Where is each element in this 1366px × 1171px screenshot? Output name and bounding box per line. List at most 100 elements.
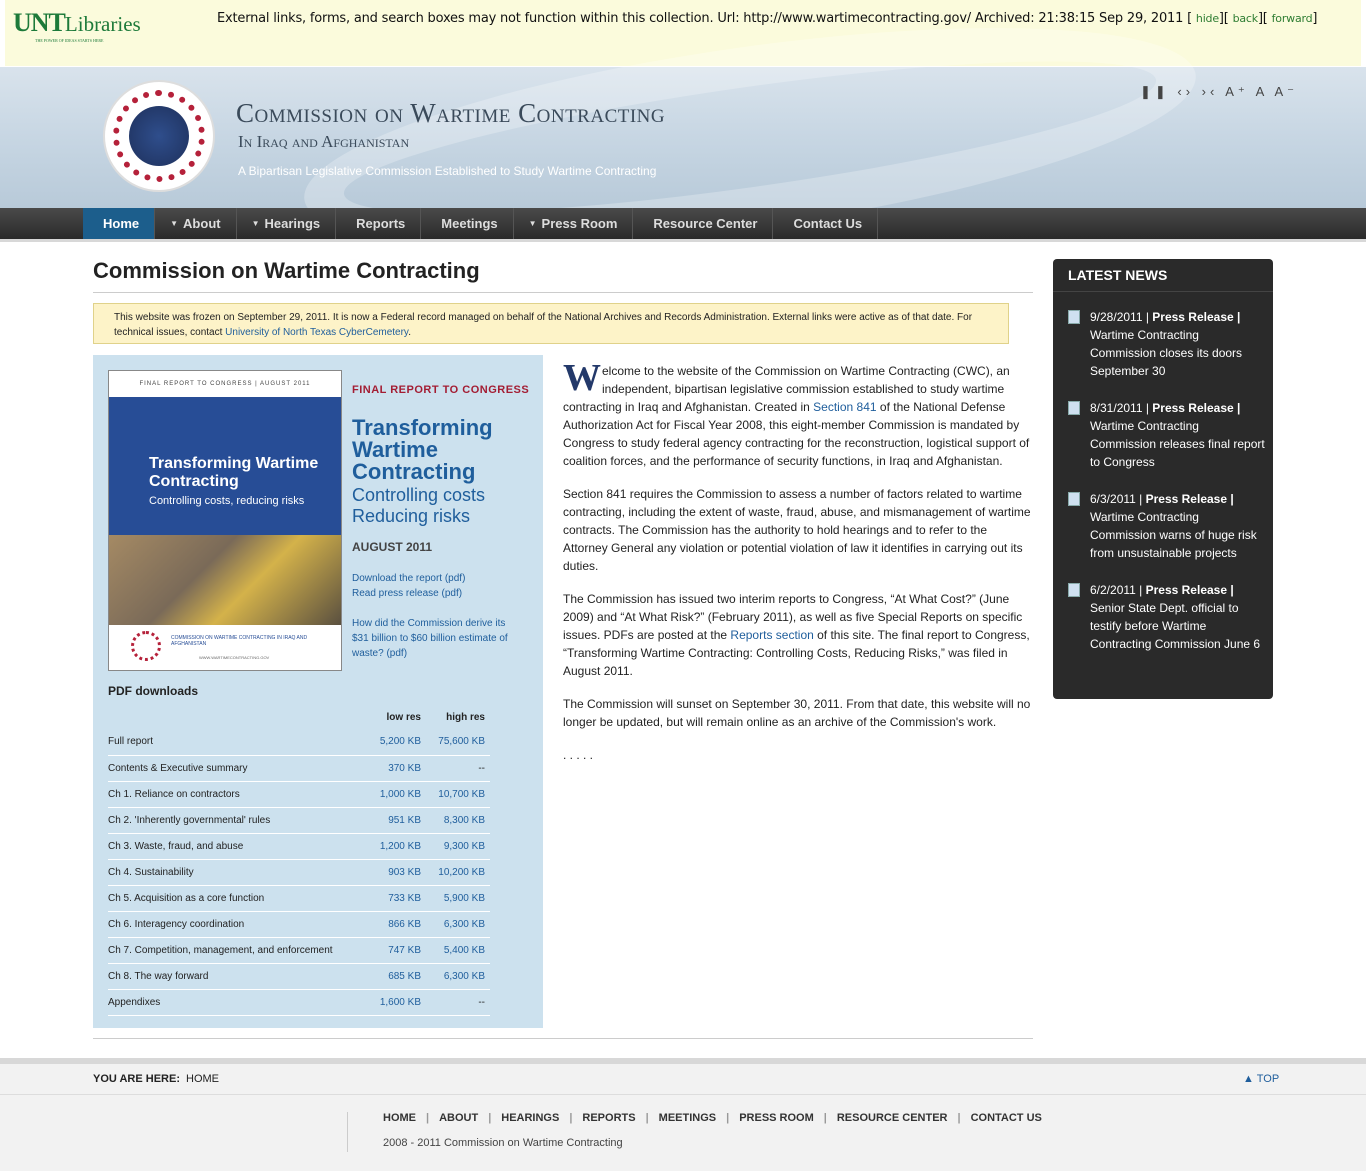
news-item[interactable]: 8/31/2011 | Press Release | Wartime Cont… <box>1068 399 1268 471</box>
site-subtitle: In Iraq and Afghanistan <box>238 132 410 151</box>
document-icon <box>1068 583 1080 597</box>
chevron-down-icon: ▼ <box>528 219 537 228</box>
low-res-link[interactable]: 685 KB <box>361 963 426 990</box>
news-type: Press Release <box>1145 492 1228 506</box>
nav-contact-us[interactable]: Contact Us <box>773 208 879 239</box>
news-date: 6/2/2011 | <box>1090 583 1146 597</box>
final-report-date: AUGUST 2011 <box>352 540 433 554</box>
nav-meetings[interactable]: Meetings <box>421 208 514 239</box>
download-report-link[interactable]: Download the report (pdf) <box>352 571 522 586</box>
high-res-link[interactable]: 5,900 KB <box>426 885 490 912</box>
final-report-links: Download the report (pdf) Read press rel… <box>352 571 522 661</box>
news-title: Wartime Contracting Commission warns of … <box>1090 510 1257 560</box>
high-res-link[interactable]: 10,200 KB <box>426 859 490 886</box>
nav-label: Home <box>103 216 140 231</box>
table-row: Ch 3. Waste, fraud, and abuse 1,200 KB 9,3… <box>108 833 490 860</box>
footer-nav-about[interactable]: ABOUT <box>429 1112 488 1124</box>
final-report-label: FINAL REPORT TO CONGRESS <box>352 384 530 396</box>
news-item[interactable]: 6/3/2011 | Press Release | Wartime Contr… <box>1068 490 1268 562</box>
low-res-link[interactable]: 1,600 KB <box>361 989 426 1016</box>
welcome-paragraph-2: Section 841 requires the Commission to a… <box>563 487 1031 573</box>
low-res-link[interactable]: 951 KB <box>361 807 426 834</box>
news-title: Wartime Contracting Commission releases … <box>1090 419 1265 469</box>
nav-home[interactable]: Home <box>83 208 156 239</box>
nav-label: Reports <box>356 216 406 231</box>
breadcrumb-current: HOME <box>186 1073 219 1085</box>
high-res-link[interactable]: 6,300 KB <box>426 911 490 938</box>
high-res-link[interactable]: 5,400 KB <box>426 937 490 964</box>
cybercemetery-link[interactable]: University of North Texas CyberCemetery <box>225 327 408 338</box>
low-res-link[interactable]: 866 KB <box>361 911 426 938</box>
table-row: Ch 1. Reliance on contractors 1,000 KB 10,… <box>108 781 490 808</box>
logo-unt-text: UNT <box>13 8 66 37</box>
table-header-row: low res high res <box>108 705 490 729</box>
news-type: Press Release <box>1152 310 1234 324</box>
news-item[interactable]: 6/2/2011 | Press Release | Senior State … <box>1068 581 1268 653</box>
welcome-text: Welcome to the website of the Commission… <box>563 359 1033 779</box>
high-res-link[interactable]: 10,700 KB <box>426 781 490 808</box>
table-row: Appendixes 1,600 KB -- <box>108 989 490 1016</box>
cover-footer: COMMISSION ON WARTIME CONTRACTING IN IRA… <box>109 625 341 671</box>
news-title: Senior State Dept. official to testify b… <box>1090 601 1261 651</box>
news-date: 8/31/2011 | <box>1090 401 1153 415</box>
nav-resource-center[interactable]: Resource Center <box>633 208 774 239</box>
divider <box>93 1038 1033 1039</box>
final-report-subtitle: Controlling costs Reducing risks <box>352 485 485 527</box>
cover-title: Transforming Wartime Contracting <box>149 455 319 490</box>
footer-nav-reports[interactable]: REPORTS <box>572 1112 645 1124</box>
news-item[interactable]: 9/28/2011 | Press Release | Wartime Cont… <box>1068 308 1268 380</box>
row-name: Ch 8. The way forward <box>108 963 361 990</box>
reports-section-link[interactable]: Reports section <box>730 628 813 642</box>
nav-hearings[interactable]: ▼ Hearings <box>237 208 337 239</box>
footer-nav-hearings[interactable]: HEARINGS <box>491 1112 569 1124</box>
low-res-link[interactable]: 903 KB <box>361 859 426 886</box>
notice-end: . <box>408 327 411 338</box>
table-row: Ch 4. Sustainability 903 KB 10,200 KB <box>108 859 490 886</box>
cover-footer-text: COMMISSION ON WARTIME CONTRACTING IN IRA… <box>171 635 308 647</box>
nav-reports[interactable]: Reports <box>336 208 422 239</box>
waste-estimate-link[interactable]: How did the Commission derive its $31 bi… <box>352 616 522 661</box>
forward-link[interactable]: forward <box>1272 12 1313 25</box>
high-res-link[interactable]: 9,300 KB <box>426 833 490 860</box>
commission-seal-icon[interactable] <box>103 80 215 192</box>
row-name: Contents & Executive summary <box>108 755 361 782</box>
footer-nav-home[interactable]: HOME <box>383 1112 426 1124</box>
section-841-link[interactable]: Section 841 <box>813 400 876 414</box>
back-link[interactable]: back <box>1233 12 1259 25</box>
row-name: Full report <box>108 729 361 756</box>
news-type: Press Release <box>1152 401 1234 415</box>
press-release-link[interactable]: Read press release (pdf) <box>352 586 522 601</box>
final-report-panel: FINAL REPORT TO CONGRESS | AUGUST 2011 T… <box>93 355 543 1028</box>
low-res-link[interactable]: 1,000 KB <box>361 781 426 808</box>
nav-press-room[interactable]: ▼ Press Room <box>514 208 634 239</box>
archive-message: External links, forms, and search boxes … <box>217 11 1317 26</box>
low-res-link[interactable]: 747 KB <box>361 937 426 964</box>
archive-notice: This website was frozen on September 29,… <box>93 303 1009 344</box>
table-row: Ch 8. The way forward 685 KB 6,300 KB <box>108 963 490 990</box>
footer-nav-press-room[interactable]: PRESS ROOM <box>729 1112 824 1124</box>
footer-nav-resource-center[interactable]: RESOURCE CENTER <box>827 1112 958 1124</box>
report-cover-image[interactable]: FINAL REPORT TO CONGRESS | AUGUST 2011 T… <box>108 370 342 671</box>
low-res-link[interactable]: 733 KB <box>361 885 426 912</box>
nav-about[interactable]: ▼ About <box>155 208 237 239</box>
footer-nav-contact-us[interactable]: CONTACT US <box>961 1112 1052 1124</box>
high-res-link[interactable]: 6,300 KB <box>426 963 490 990</box>
low-res-link[interactable]: 5,200 KB <box>361 729 426 756</box>
hide-link[interactable]: hide <box>1196 12 1219 25</box>
subtitle-line-1: Controlling costs <box>352 485 486 505</box>
unt-libraries-logo[interactable]: UNTLibraries THE POWER OF IDEAS STARTS H… <box>13 8 141 43</box>
news-date: 9/28/2011 | <box>1090 310 1153 324</box>
breadcrumb-label: YOU ARE HERE: <box>93 1073 180 1085</box>
table-row: Ch 7. Competition, management, and enfor… <box>108 937 490 964</box>
ellipsis: . . . . . <box>563 748 594 762</box>
text-size-tools[interactable]: ❚❚ ‹› ›‹ A⁺ A A⁻ <box>1140 84 1298 100</box>
site-title[interactable]: Commission on Wartime Contracting <box>236 98 665 129</box>
page-title: Commission on Wartime Contracting <box>93 258 480 283</box>
nav-label: Resource Center <box>653 216 758 231</box>
high-res-link[interactable]: 75,600 KB <box>426 729 490 756</box>
high-res-link[interactable]: 8,300 KB <box>426 807 490 834</box>
low-res-link[interactable]: 1,200 KB <box>361 833 426 860</box>
back-to-top-link[interactable]: ▲ TOP <box>1243 1073 1279 1085</box>
footer-nav-meetings[interactable]: MEETINGS <box>649 1112 726 1124</box>
low-res-link[interactable]: 370 KB <box>361 755 426 782</box>
